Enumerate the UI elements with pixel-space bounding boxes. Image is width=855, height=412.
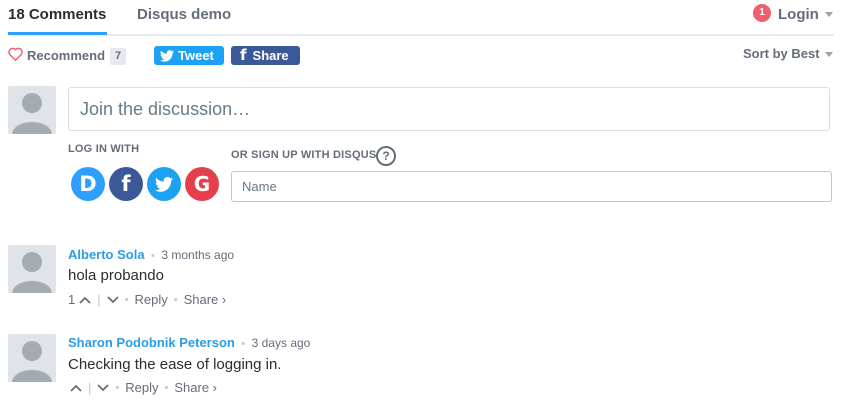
tab-community[interactable]: Disqus demo xyxy=(137,6,231,24)
action-separator: • xyxy=(173,294,178,306)
twitter-icon[interactable] xyxy=(147,167,181,201)
facebook-icon[interactable]: f xyxy=(109,167,143,201)
post-actions: 1 | • Reply • Share › xyxy=(68,292,226,308)
post-actions: | • Reply • Share › xyxy=(68,380,217,396)
recommend-button[interactable]: Recommend xyxy=(27,48,105,64)
tab-comments[interactable]: 18 Comments xyxy=(8,6,106,24)
heart-icon[interactable] xyxy=(8,47,23,66)
login-label: Login xyxy=(778,6,819,23)
active-tab-indicator xyxy=(8,32,107,35)
downvote-icon[interactable] xyxy=(106,292,119,308)
share-link[interactable]: Share › xyxy=(174,380,217,396)
recommend-count: 7 xyxy=(110,48,126,65)
sort-label: Sort by Best xyxy=(743,46,820,61)
tweet-button[interactable]: Tweet xyxy=(154,46,224,65)
post-timestamp[interactable]: 3 days ago xyxy=(252,336,311,350)
login-with-label: LOG IN WITH xyxy=(68,143,140,155)
action-separator: • xyxy=(115,382,120,394)
vote-divider: | xyxy=(97,292,101,307)
share-label: Share xyxy=(252,48,289,63)
vote-count: 1 xyxy=(68,292,76,307)
post-body: Checking the ease of logging in. xyxy=(68,356,282,373)
upvote-icon[interactable] xyxy=(79,292,91,308)
post-header: Sharon Podobnik Peterson • 3 days ago xyxy=(68,334,310,352)
help-icon[interactable]: ? xyxy=(376,146,396,166)
downvote-icon[interactable] xyxy=(97,380,110,396)
post-author[interactable]: Alberto Sola xyxy=(68,247,145,262)
comment-input[interactable]: Join the discussion… xyxy=(68,87,830,131)
login-button[interactable]: Login xyxy=(778,6,819,24)
reply-button[interactable]: Reply xyxy=(134,292,167,308)
meta-separator: • xyxy=(151,250,155,262)
nav-divider xyxy=(8,34,834,36)
share-link[interactable]: Share › xyxy=(184,292,227,308)
login-caret-icon xyxy=(825,12,833,17)
avatar[interactable] xyxy=(8,334,56,382)
name-field[interactable] xyxy=(231,171,832,202)
reply-button[interactable]: Reply xyxy=(125,380,158,396)
post-author[interactable]: Sharon Podobnik Peterson xyxy=(68,335,235,350)
disqus-icon[interactable]: D xyxy=(71,167,105,201)
post-timestamp[interactable]: 3 months ago xyxy=(161,248,234,262)
signup-label: OR SIGN UP WITH DISQUS xyxy=(231,149,377,161)
notification-badge[interactable]: 1 xyxy=(753,4,771,22)
sort-dropdown[interactable]: Sort by Best xyxy=(743,46,820,62)
sort-caret-icon xyxy=(825,52,833,57)
facebook-share-button[interactable]: f Share xyxy=(231,46,300,65)
avatar[interactable] xyxy=(8,245,56,293)
post-header: Alberto Sola • 3 months ago xyxy=(68,246,234,264)
tweet-label: Tweet xyxy=(178,48,214,63)
vote-divider: | xyxy=(88,380,92,395)
current-user-avatar xyxy=(8,86,56,134)
meta-separator: • xyxy=(241,338,246,350)
comment-placeholder: Join the discussion… xyxy=(80,99,251,119)
upvote-icon[interactable] xyxy=(70,380,82,396)
twitter-bird-icon xyxy=(160,49,174,62)
post-body: hola probando xyxy=(68,267,164,284)
action-separator: • xyxy=(164,382,169,394)
action-separator: • xyxy=(124,294,129,306)
google-icon[interactable]: G xyxy=(185,167,219,201)
facebook-f-icon: f xyxy=(240,46,247,64)
